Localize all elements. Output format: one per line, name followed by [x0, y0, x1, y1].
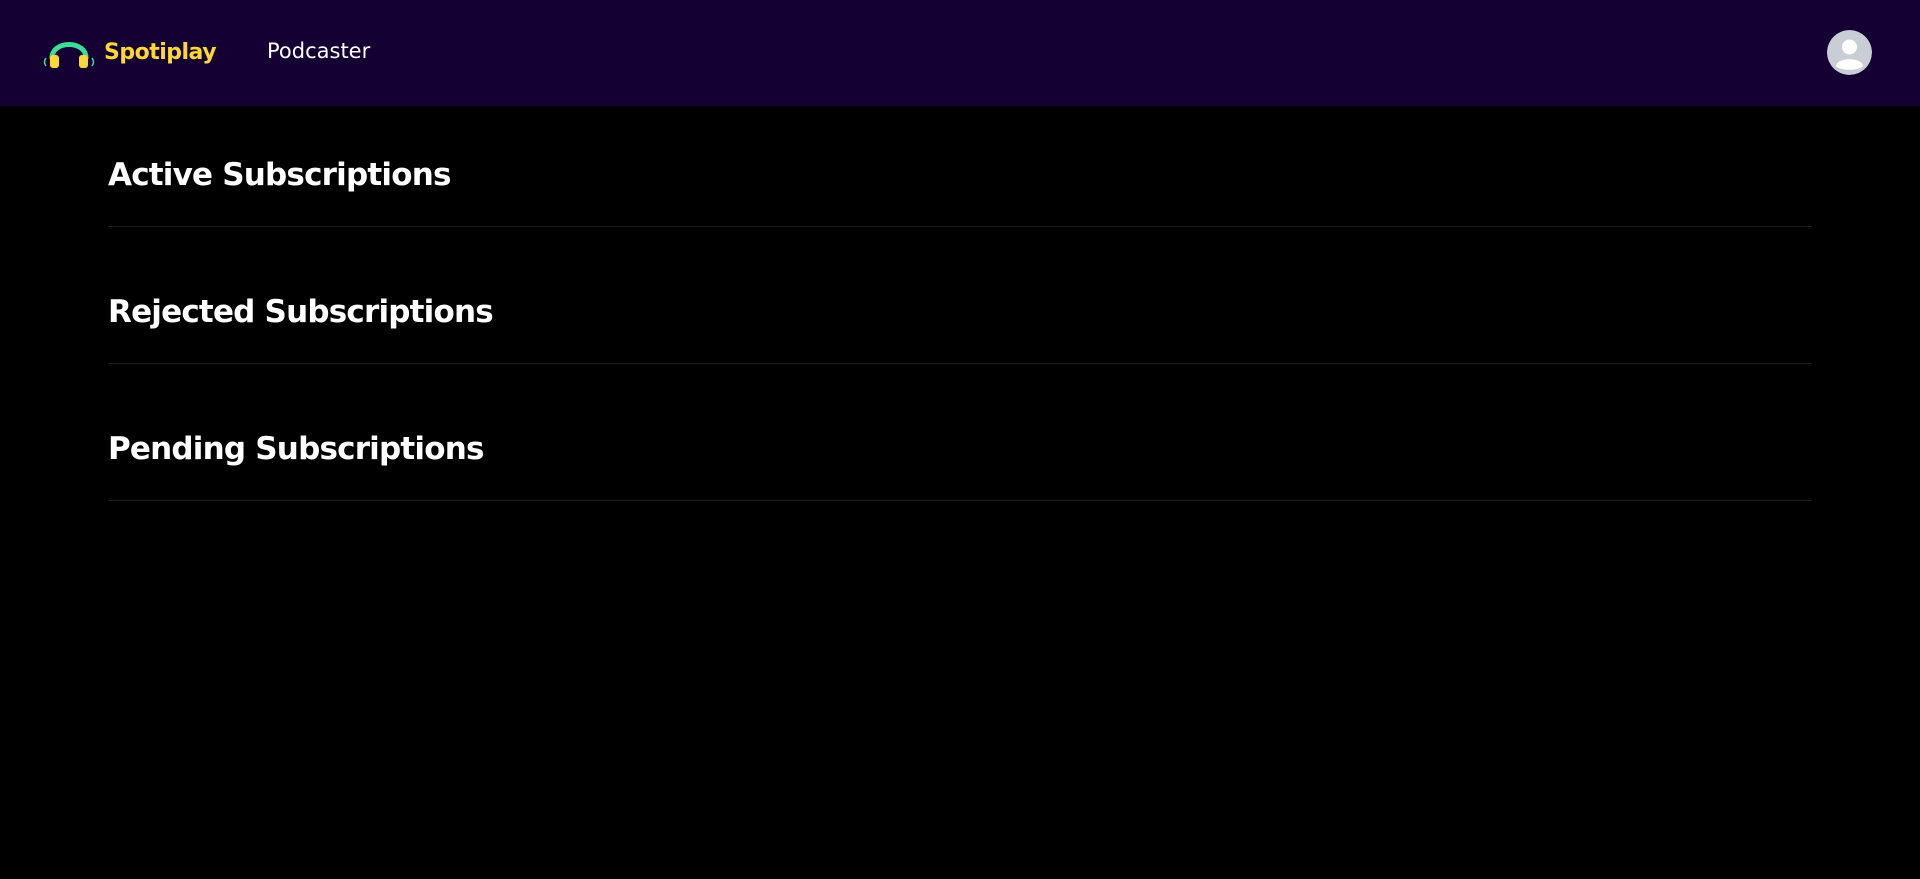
brand-logo-link[interactable]: Spotiplay: [40, 32, 217, 72]
section-divider: [108, 226, 1812, 227]
subscriptions-main: Active Subscriptions Rejected Subscripti…: [108, 106, 1812, 517]
section-title-active: Active Subscriptions: [108, 157, 451, 193]
section-title-pending: Pending Subscriptions: [108, 431, 484, 467]
section-divider: [108, 500, 1812, 501]
rejected-subscriptions-section: Rejected Subscriptions: [108, 243, 1812, 380]
top-navbar: Spotiplay Podcaster: [0, 0, 1920, 106]
headphones-logo-icon: [43, 42, 95, 68]
brand-name: Spotiplay: [104, 39, 217, 65]
section-title-rejected: Rejected Subscriptions: [108, 294, 494, 330]
active-subscriptions-section: Active Subscriptions: [108, 106, 1812, 243]
section-divider: [108, 363, 1812, 364]
user-avatar-icon: [1827, 30, 1872, 75]
user-avatar-button[interactable]: [1827, 30, 1872, 75]
pending-subscriptions-section: Pending Subscriptions: [108, 380, 1812, 517]
nav-link-podcaster[interactable]: Podcaster: [267, 37, 370, 65]
